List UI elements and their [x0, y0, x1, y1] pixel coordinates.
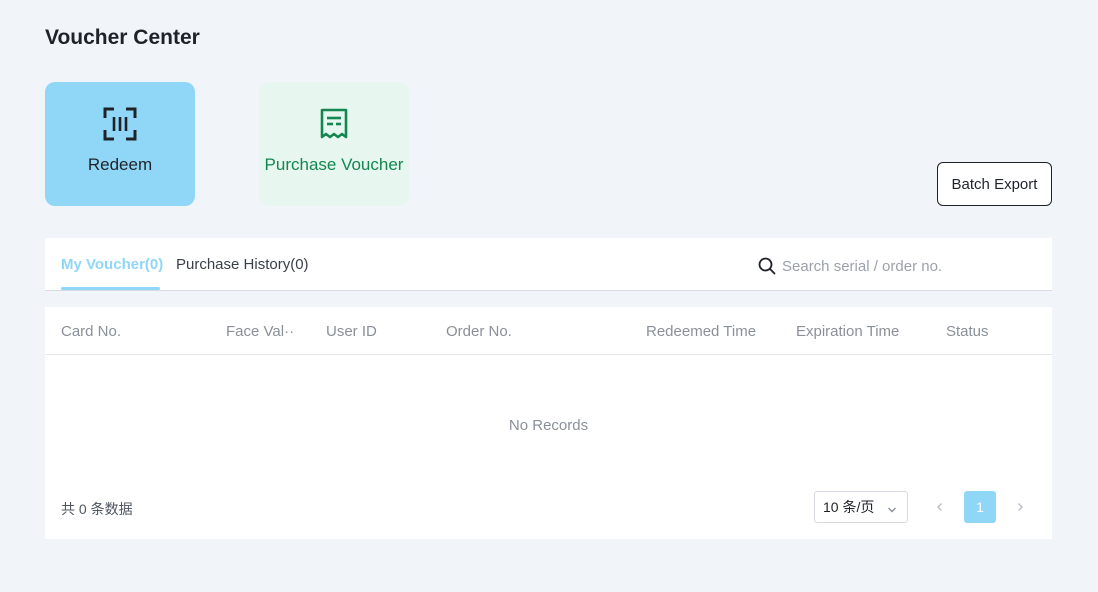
tab-my-voucher[interactable]: My Voucher(0) [61, 256, 163, 273]
search-icon [758, 257, 776, 275]
batch-export-button[interactable]: Batch Export [937, 162, 1052, 206]
column-header-card-no: Card No. [61, 323, 122, 340]
tabs-bar: My Voucher(0) Purchase History(0) [45, 238, 1052, 291]
page-size-select[interactable]: 10 条/页 [814, 491, 908, 523]
total-count-text: 共 0 条数据 [61, 501, 133, 517]
previous-page-button[interactable] [929, 496, 951, 518]
voucher-table: Card No. Face Val··· User ID Order No. R… [45, 307, 1052, 539]
chevron-down-icon [887, 502, 897, 513]
column-header-redeemed-time: Redeemed Time [646, 323, 757, 340]
next-page-button[interactable] [1009, 496, 1031, 518]
redeem-card-button[interactable]: Redeem [45, 82, 195, 206]
column-header-user-id: User ID [326, 323, 377, 340]
purchase-voucher-label: Purchase Voucher [264, 155, 404, 174]
column-header-face-value: Face Val··· [226, 323, 296, 340]
search-input[interactable] [782, 252, 1032, 280]
table-header: Card No. Face Val··· User ID Order No. R… [45, 307, 1052, 355]
purchase-voucher-card-button[interactable]: Purchase Voucher [259, 82, 409, 206]
tab-purchase-history[interactable]: Purchase History(0) [176, 256, 309, 273]
chevron-right-icon [1018, 503, 1023, 511]
redeem-label: Redeem [87, 155, 153, 174]
receipt-icon [317, 107, 351, 141]
page-number-current[interactable]: 1 [964, 491, 996, 523]
column-header-status: Status [946, 323, 989, 340]
page-title: Voucher Center [45, 26, 200, 49]
active-tab-indicator [61, 287, 160, 290]
column-header-expiration-time: Expiration Time [796, 323, 900, 340]
empty-state-text: No Records [508, 417, 589, 434]
scan-barcode-icon [103, 107, 137, 141]
page-size-value: 10 条/页 [823, 499, 875, 515]
chevron-left-icon [937, 503, 942, 511]
column-header-order-no: Order No. [446, 323, 512, 340]
